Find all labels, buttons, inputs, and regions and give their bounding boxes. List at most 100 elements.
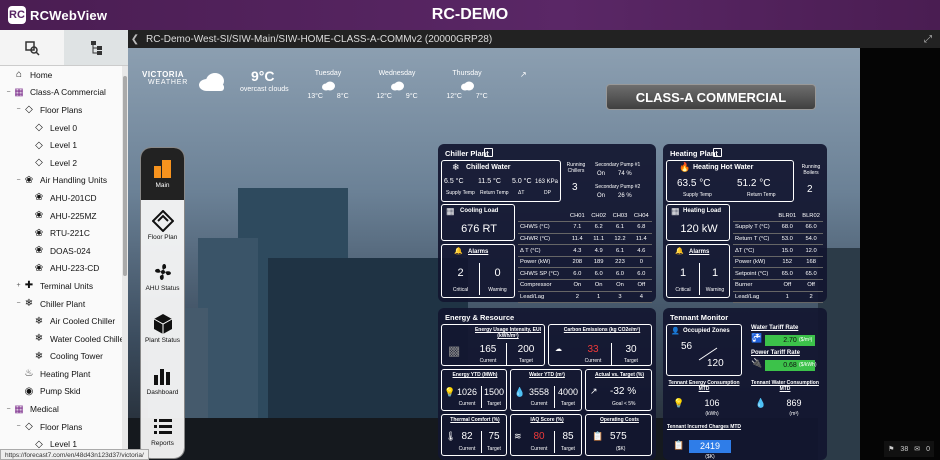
sidebar-item[interactable]: ♨ Heating Plant <box>0 365 128 383</box>
fullscreen-icon[interactable]: ⤢ <box>924 34 932 45</box>
table-cell: 208 <box>566 256 588 269</box>
sidebar-item[interactable]: ❀ AHU-201CD <box>0 189 128 207</box>
dock-floorplan-button[interactable]: Floor Plan <box>141 200 184 252</box>
sidebar-item[interactable]: + ✚ Terminal Units <box>0 277 128 295</box>
expand-toggle-icon[interactable]: − <box>14 300 23 307</box>
sidebar-item[interactable]: ◉ Pump Skid <box>0 383 128 401</box>
table-cell: 1 <box>587 291 610 304</box>
running-boilers-label: Running Boilers <box>801 164 821 176</box>
carbon-label[interactable]: Carbon Emissions (kg CO2e/m²) <box>553 327 651 333</box>
snowflake-icon: ❄ <box>34 333 44 345</box>
table-row: Return T (°C) 53.0 54.0 <box>733 233 823 246</box>
dock-ahu-button[interactable]: AHU Status <box>141 251 184 303</box>
iaq-current: 80 <box>533 431 545 442</box>
row-label: Return T (°C) <box>733 233 776 246</box>
delta-t-label: ΔT <box>518 190 525 196</box>
sidebar-item[interactable]: ❄ Air Cooled Chiller <box>0 312 128 330</box>
expand-toggle-icon[interactable]: − <box>4 406 13 413</box>
row-label: CHWS SP (°C) <box>518 267 567 281</box>
expand-toggle-icon[interactable]: − <box>14 423 23 430</box>
sidebar-item[interactable]: ❀ DOAS-024 <box>0 242 128 260</box>
fan-icon: ❀ <box>34 227 44 239</box>
energy-ytd-label[interactable]: Energy YTD (MWh) <box>442 372 508 378</box>
sidebar-item[interactable]: − ❀ Air Handling Units <box>0 172 128 190</box>
sidebar-item[interactable]: ⌂ Home <box>0 66 128 84</box>
tree-search-icon <box>25 40 40 56</box>
sidebar-item[interactable]: ❄ Cooling Tower <box>0 348 128 366</box>
sidebar-item[interactable]: − ◇ Floor Plans <box>0 101 128 119</box>
column-header: CH04 <box>630 210 652 223</box>
tab-search-tree[interactable] <box>0 30 64 65</box>
sidebar-item[interactable]: − ▦ Medical <box>0 400 128 418</box>
floorplan-icon: ◇ <box>35 122 43 134</box>
dp-value: 163 KPa <box>535 179 559 185</box>
dock-plant-button[interactable]: Plant Status <box>141 303 184 355</box>
power-tariff-label[interactable]: Power Tariff Rate <box>751 350 800 356</box>
comfort-label[interactable]: Thermal Comfort (%) <box>442 417 508 423</box>
target-label: Target <box>561 446 575 452</box>
eui-target: 200 <box>517 344 535 355</box>
sidebar-item-label: Cooling Tower <box>50 351 103 362</box>
water-ytd-current: 3558 <box>528 387 550 397</box>
alarm-flag-icon[interactable]: ⚑ <box>888 445 894 453</box>
sidebar-item[interactable]: ❀ AHU-225MZ <box>0 207 128 225</box>
sidebar-item-label: Level 0 <box>50 122 78 133</box>
table-cell: 4.6 <box>630 244 652 257</box>
message-icon[interactable]: ✉ <box>914 445 920 453</box>
water-ytd-label[interactable]: Water YTD (m³) <box>511 372 583 378</box>
fan-icon: ❀ <box>34 210 44 222</box>
row-label: Power (kW) <box>518 256 567 269</box>
sidebar-item[interactable]: − ▦ Class-A Commercial <box>0 84 128 102</box>
heating-table: BLR01 BLR02 Supply T (°C) 68.0 66.0 Return T … <box>733 210 823 304</box>
opcost-label[interactable]: Operating Costs <box>586 417 653 423</box>
cooling-load-label: Cooling Load <box>460 208 499 214</box>
sidebar-item[interactable]: ❀ AHU-223-CD <box>0 260 128 278</box>
actual-vs-target-label[interactable]: Actual vs. Target (%) <box>586 372 653 378</box>
expand-toggle-icon[interactable]: + <box>14 282 23 289</box>
expand-toggle-icon[interactable]: − <box>14 177 23 184</box>
tenant-monitor-panel: Tennant Monitor 👤 Occupied Zones 56 120 … <box>663 308 827 460</box>
water-mtd-label[interactable]: Tennant Water Consumption MTD <box>747 380 823 392</box>
expand-toggle-icon[interactable]: − <box>14 106 23 113</box>
carbon-box: Carbon Emissions (kg CO2e/m²) ☁ 33 Curre… <box>548 324 652 366</box>
chart-link-icon[interactable] <box>484 148 493 157</box>
water-ytd-box: Water YTD (m³) 💧 3558 Current 4000 Targe… <box>510 369 582 411</box>
occupied-zones-box: 👤 Occupied Zones 56 120 <box>666 324 742 376</box>
dock-label: Plant Status <box>144 337 181 345</box>
iaq-label[interactable]: IAQ Score (%) <box>511 417 583 423</box>
sidebar-item[interactable]: ❄ Water Cooled Chiller <box>0 330 128 348</box>
charges-label[interactable]: Tennant Incurred Charges MTD <box>666 424 742 430</box>
actual-vs-target-box: Actual vs. Target (%) ↗ -32 % Goal < 5% <box>585 369 652 411</box>
expand-toggle-icon[interactable]: − <box>4 89 13 96</box>
warning-label: Warning <box>488 287 507 293</box>
sidebar-item[interactable]: ◇ Level 0 <box>0 119 128 137</box>
forecast-day-name: Tuesday <box>314 70 342 77</box>
dock-dashboard-button[interactable]: Dashboard <box>141 354 184 406</box>
sidebar-item[interactable]: − ◇ Floor Plans <box>0 418 128 436</box>
page-banner: CLASS-A COMMERCIAL <box>606 84 816 110</box>
sidebar-item[interactable]: ◇ Level 2 <box>0 154 128 172</box>
weather-widget[interactable]: VICTORIA WEATHER 9°C overcast clouds Tue… <box>142 68 527 108</box>
alarms-label[interactable]: Alarms <box>689 249 709 255</box>
tab-hierarchy[interactable] <box>64 30 128 65</box>
alarms-label[interactable]: Alarms <box>468 249 488 255</box>
critical-label: Critical <box>452 287 469 293</box>
external-link-icon[interactable]: ↗ <box>520 70 527 79</box>
energy-mtd-label[interactable]: Tennant Energy Consumption MTD <box>666 380 742 392</box>
collapse-sidebar-icon[interactable]: ❮ <box>128 34 142 45</box>
sidebar-item-label: Level 1 <box>50 140 78 151</box>
eui-label[interactable]: Energy Usage Intensity, EUI (kWh/m²) <box>470 327 546 339</box>
sec-pump2-state: On <box>597 193 606 199</box>
chart-link-icon[interactable] <box>713 148 722 157</box>
table-row: CHWR (°C) 11.4 11.1 12.2 11.4 <box>518 233 652 246</box>
sidebar-item[interactable]: ❀ RTU-221C <box>0 224 128 242</box>
table-cell: 65.0 <box>775 267 800 281</box>
dock-main-button[interactable]: Main <box>141 148 184 200</box>
sidebar-item[interactable]: ◇ Level 1 <box>0 136 128 154</box>
energy-resource-panel: Energy & Resource Energy Usage Intensity… <box>438 308 656 460</box>
person-icon: 👤 <box>671 328 680 335</box>
target-label: Target <box>519 358 533 364</box>
water-tariff-label[interactable]: Water Tariff Rate <box>751 325 798 331</box>
scroll-thumb[interactable] <box>123 76 127 276</box>
sidebar-item[interactable]: − ❄ Chiller Plant <box>0 295 128 313</box>
